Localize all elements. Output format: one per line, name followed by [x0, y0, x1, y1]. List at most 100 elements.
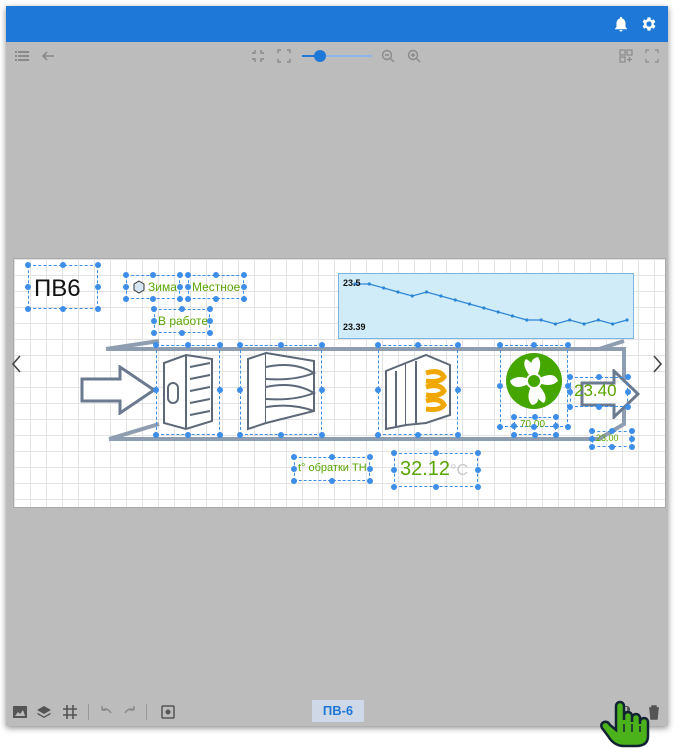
resize-handle[interactable] [177, 296, 183, 302]
grid-add-icon[interactable] [618, 48, 634, 64]
resize-handle[interactable] [207, 318, 213, 324]
resize-handle[interactable] [391, 467, 397, 473]
resize-handle[interactable] [475, 467, 481, 473]
resize-handle[interactable] [95, 284, 101, 290]
resize-handle[interactable] [179, 306, 185, 312]
resize-handle[interactable] [213, 272, 219, 278]
resize-handle[interactable] [237, 387, 243, 393]
resize-handle[interactable] [217, 387, 223, 393]
resize-handle[interactable] [25, 306, 31, 312]
resize-handle[interactable] [319, 387, 325, 393]
resize-handle[interactable] [375, 387, 381, 393]
resize-handle[interactable] [185, 432, 191, 438]
resize-handle[interactable] [185, 342, 191, 348]
resize-handle[interactable] [567, 404, 573, 410]
menu-icon[interactable] [14, 48, 30, 64]
resize-handle[interactable] [531, 342, 537, 348]
resize-handle[interactable] [153, 432, 159, 438]
resize-handle[interactable] [278, 432, 284, 438]
resize-handle[interactable] [185, 272, 191, 278]
resize-handle[interactable] [367, 478, 373, 484]
resize-handle[interactable] [179, 330, 185, 336]
scheme-canvas[interactable]: ПВ6 Зима Местное В работе 23.5 23.39 23.… [13, 258, 666, 508]
redo-icon[interactable] [122, 704, 138, 720]
resize-handle[interactable] [455, 387, 461, 393]
resize-handle[interactable] [609, 428, 615, 434]
layers-icon[interactable] [36, 704, 52, 720]
next-chevron-icon[interactable] [650, 354, 664, 374]
resize-handle[interactable] [177, 284, 183, 290]
resize-handle[interactable] [185, 296, 191, 302]
resize-handle[interactable] [565, 342, 571, 348]
resize-handle[interactable] [25, 284, 31, 290]
expand-icon[interactable] [276, 48, 292, 64]
resize-handle[interactable] [532, 432, 538, 438]
resize-handle[interactable] [596, 374, 602, 380]
resize-handle[interactable] [497, 424, 503, 430]
resize-handle[interactable] [153, 387, 159, 393]
resize-handle[interactable] [625, 404, 631, 410]
resize-handle[interactable] [207, 306, 213, 312]
resize-handle[interactable] [475, 450, 481, 456]
resize-handle[interactable] [150, 272, 156, 278]
resize-handle[interactable] [213, 296, 219, 302]
resize-handle[interactable] [629, 436, 635, 442]
resize-handle[interactable] [241, 296, 247, 302]
resize-handle[interactable] [497, 342, 503, 348]
resize-handle[interactable] [60, 306, 66, 312]
resize-handle[interactable] [237, 432, 243, 438]
back-arrow-icon[interactable] [40, 48, 56, 64]
resize-handle[interactable] [553, 423, 559, 429]
resize-handle[interactable] [278, 342, 284, 348]
resize-handle[interactable] [95, 262, 101, 268]
resize-handle[interactable] [433, 484, 439, 490]
resize-handle[interactable] [629, 428, 635, 434]
grid-icon[interactable] [62, 704, 78, 720]
scheme-tab[interactable]: ПВ-6 [312, 700, 364, 722]
resize-handle[interactable] [123, 272, 129, 278]
image-icon[interactable] [12, 704, 28, 720]
zoom-out-icon[interactable] [380, 48, 396, 64]
fullscreen-icon[interactable] [644, 48, 660, 64]
resize-handle[interactable] [237, 342, 243, 348]
resize-handle[interactable] [241, 284, 247, 290]
resize-handle[interactable] [367, 454, 373, 460]
resize-handle[interactable] [25, 262, 31, 268]
resize-handle[interactable] [367, 466, 373, 472]
resize-handle[interactable] [629, 444, 635, 450]
resize-handle[interactable] [123, 284, 129, 290]
resize-handle[interactable] [511, 414, 517, 420]
resize-handle[interactable] [511, 432, 517, 438]
resize-handle[interactable] [497, 383, 503, 389]
resize-handle[interactable] [511, 423, 517, 429]
resize-handle[interactable] [391, 484, 397, 490]
resize-handle[interactable] [415, 432, 421, 438]
resize-handle[interactable] [153, 342, 159, 348]
resize-handle[interactable] [185, 284, 191, 290]
resize-handle[interactable] [391, 450, 397, 456]
resize-handle[interactable] [241, 272, 247, 278]
resize-handle[interactable] [475, 484, 481, 490]
resize-handle[interactable] [177, 272, 183, 278]
preview-icon[interactable] [160, 704, 176, 720]
resize-handle[interactable] [151, 330, 157, 336]
resize-handle[interactable] [291, 454, 297, 460]
resize-handle[interactable] [567, 374, 573, 380]
resize-handle[interactable] [609, 444, 615, 450]
resize-handle[interactable] [151, 306, 157, 312]
resize-handle[interactable] [319, 342, 325, 348]
resize-handle[interactable] [60, 262, 66, 268]
zoom-in-icon[interactable] [406, 48, 422, 64]
resize-handle[interactable] [151, 318, 157, 324]
resize-handle[interactable] [217, 432, 223, 438]
zoom-slider-thumb[interactable] [314, 50, 326, 62]
resize-handle[interactable] [329, 478, 335, 484]
fit-icon[interactable] [250, 48, 266, 64]
resize-handle[interactable] [375, 342, 381, 348]
resize-handle[interactable] [433, 450, 439, 456]
resize-handle[interactable] [589, 444, 595, 450]
resize-handle[interactable] [207, 330, 213, 336]
resize-handle[interactable] [625, 389, 631, 395]
fan-icon[interactable] [504, 351, 564, 411]
resize-handle[interactable] [567, 389, 573, 395]
